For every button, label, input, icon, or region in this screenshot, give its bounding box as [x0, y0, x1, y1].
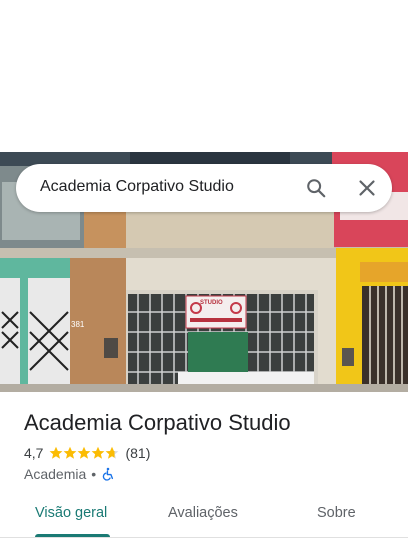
rating-row[interactable]: 4,7 (81) — [24, 444, 150, 462]
rating-value: 4,7 — [24, 445, 44, 461]
tab-reviews[interactable]: Avaliações — [168, 505, 238, 521]
star-icon — [50, 446, 119, 459]
close-button[interactable] — [353, 174, 381, 202]
separator-dot: • — [91, 466, 97, 482]
search-button[interactable] — [302, 174, 330, 202]
search-icon — [307, 179, 326, 198]
active-tab-indicator — [35, 534, 110, 537]
storefront-sign-text: STUDIO — [200, 300, 223, 306]
house-number: 381 — [71, 320, 85, 329]
review-count[interactable]: (81) — [125, 445, 150, 461]
tab-overview[interactable]: Visão geral — [35, 505, 107, 521]
place-category: Academia — [24, 466, 87, 482]
place-tabs: Visão geral Avaliações Sobre — [0, 494, 408, 538]
search-bar[interactable]: Academia Corpativo Studio — [16, 164, 392, 212]
wheelchair-icon — [101, 467, 115, 481]
star-rating — [49, 446, 119, 460]
search-query-text[interactable]: Academia Corpativo Studio — [40, 178, 234, 196]
place-title: Academia Corpativo Studio — [24, 410, 291, 435]
category-row: Academia • — [24, 465, 115, 483]
tab-about[interactable]: Sobre — [317, 505, 356, 521]
close-icon — [359, 180, 375, 196]
